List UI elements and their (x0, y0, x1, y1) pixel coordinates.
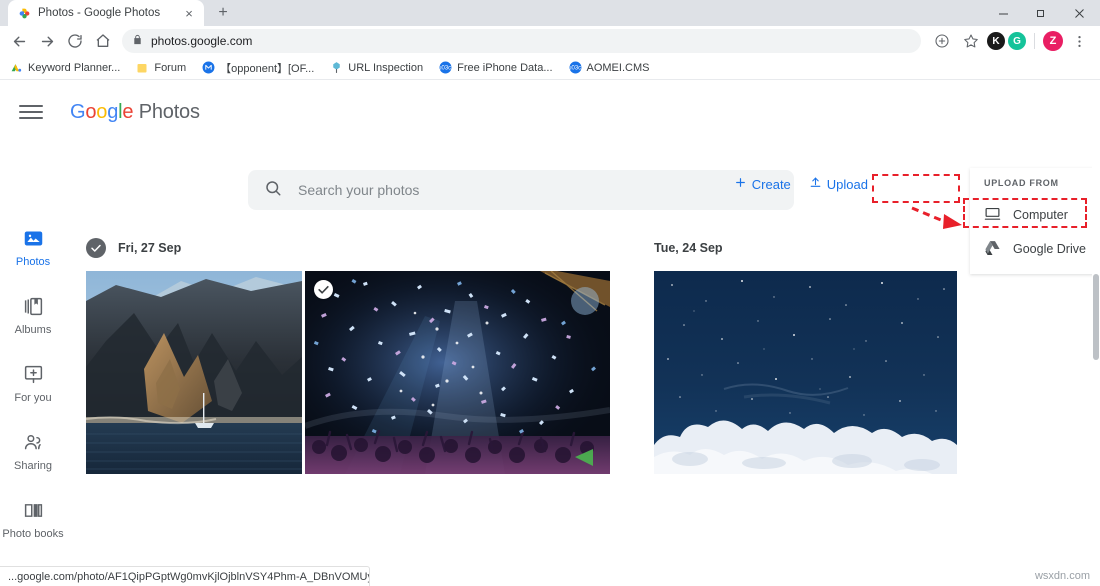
bookmark-item[interactable]: Keyword Planner... (10, 61, 120, 74)
sidebar-label: For you (14, 392, 52, 404)
watermark: wsxdn.com (1034, 570, 1090, 582)
toolbar-divider (1034, 33, 1035, 49)
bookmark-label: Forum (154, 61, 187, 74)
bookmark-label: Free iPhone Data... (457, 61, 553, 74)
concert-confetti-photo[interactable] (305, 271, 610, 474)
bookmark-label: Keyword Planner... (28, 61, 121, 74)
bookmark-label: URL Inspection (348, 61, 424, 74)
minimize-button[interactable] (985, 0, 1022, 26)
sidebar-item-for-you[interactable]: For you (0, 362, 66, 404)
albums-icon (21, 294, 45, 318)
night-sky-clouds-photo[interactable] (654, 271, 957, 474)
browser-window: Photos - Google Photos × + photos.google… (0, 0, 1100, 586)
photo-group: Tue, 24 Sep (654, 237, 957, 474)
maximize-button[interactable] (1022, 0, 1059, 26)
tab-title: Photos - Google Photos (38, 7, 161, 19)
bookmark-item[interactable]: \u03c9 Free iPhone Data... (437, 61, 553, 74)
home-icon[interactable] (90, 28, 116, 54)
group-tiles (86, 271, 610, 474)
hamburger-menu-icon[interactable] (14, 95, 48, 129)
app-header: Google Photos (0, 80, 1100, 144)
bookmark-item[interactable]: 【opponent】[OF... (202, 60, 314, 76)
photo-grid: Fri, 27 Sep Tue, 24 Sep (66, 144, 1094, 586)
bookmark-item[interactable]: \u03c9 AOMEI.CMS (566, 61, 650, 74)
group-header: Tue, 24 Sep (654, 237, 957, 259)
bookmark-label: 【opponent】[OF... (220, 62, 315, 75)
sidebar-item-albums[interactable]: Albums (0, 294, 66, 336)
photo-group: Fri, 27 Sep (86, 237, 610, 474)
group-select-checkbox[interactable] (86, 238, 106, 258)
photos-icon (21, 226, 45, 250)
status-bar-url: ...google.com/photo/AF1QipPGptWg0mvKjlOj… (0, 566, 370, 586)
google-photos-pinwheel-icon (18, 7, 31, 20)
forward-icon[interactable] (34, 28, 60, 54)
close-icon[interactable]: × (182, 6, 196, 20)
three-dot-menu-icon[interactable] (1066, 28, 1092, 54)
sharing-people-icon (21, 430, 45, 454)
scrollbar-thumb[interactable] (1093, 274, 1099, 360)
sidebar-item-photos[interactable]: Photos (0, 226, 66, 268)
svg-text:\u03c9: \u03c9 (439, 66, 452, 72)
sidebar-item-sharing[interactable]: Sharing (0, 430, 66, 472)
photo-selected-checkmark[interactable] (314, 280, 333, 299)
url-text: photos.google.com (151, 34, 253, 48)
close-window-button[interactable] (1059, 0, 1100, 26)
group-date-label: Tue, 24 Sep (654, 241, 723, 255)
svg-text:\u03c9: \u03c9 (569, 66, 582, 72)
avatar[interactable]: Z (1043, 31, 1063, 51)
page-scrollbar[interactable] (1092, 144, 1100, 560)
page-title: Google Photos (70, 100, 200, 123)
sidebar-label: Sharing (14, 460, 52, 472)
lock-icon (132, 32, 143, 50)
bookmarks-bar: Keyword Planner... Forum 【opponent】[OF..… (0, 56, 1100, 80)
blue-circle-m-icon (202, 61, 215, 74)
search-console-icon (330, 61, 343, 74)
bookmark-item[interactable]: Forum (136, 61, 186, 74)
window-controls (985, 0, 1100, 26)
for-you-icon (21, 362, 45, 386)
aomei-icon: \u03c9 (437, 61, 455, 74)
group-date-label: Fri, 27 Sep (118, 241, 182, 255)
toolbar-right-icons: K G Z (929, 28, 1092, 54)
back-icon[interactable] (6, 28, 32, 54)
sidebar-label: Albums (14, 324, 52, 336)
google-ads-icon (10, 61, 23, 74)
sidebar: Photos Albums For you Sharing Photo book… (0, 144, 66, 540)
browser-tab[interactable]: Photos - Google Photos × (8, 0, 204, 26)
sea-cliffs-sailboat-photo[interactable] (86, 271, 302, 474)
sidebar-item-photo-books[interactable]: Photo books (0, 498, 66, 540)
bookmark-label: AOMEI.CMS (586, 61, 650, 74)
reload-icon[interactable] (62, 28, 88, 54)
browser-toolbar: photos.google.com K G Z (0, 26, 1100, 56)
sidebar-label: Photo books (2, 528, 64, 540)
star-icon[interactable] (958, 28, 984, 54)
aomei-icon: \u03c9 (566, 61, 585, 74)
extension-grammarly-icon[interactable]: G (1008, 32, 1026, 50)
share-circle-icon[interactable] (929, 28, 955, 54)
extension-k-icon[interactable]: K (987, 32, 1005, 50)
folder-icon (136, 61, 149, 74)
photo-books-icon (21, 498, 45, 522)
new-tab-button[interactable]: + (210, 2, 236, 24)
group-tiles (654, 271, 957, 474)
google-photos-page: Google Photos Search your photos Create (0, 80, 1100, 586)
bookmark-item[interactable]: URL Inspection (330, 61, 423, 74)
logo-word-photos: Photos (138, 100, 200, 123)
group-header: Fri, 27 Sep (86, 237, 610, 259)
address-bar[interactable]: photos.google.com (122, 29, 921, 53)
tab-strip: Photos - Google Photos × + (0, 0, 1100, 26)
sidebar-label: Photos (15, 256, 51, 268)
